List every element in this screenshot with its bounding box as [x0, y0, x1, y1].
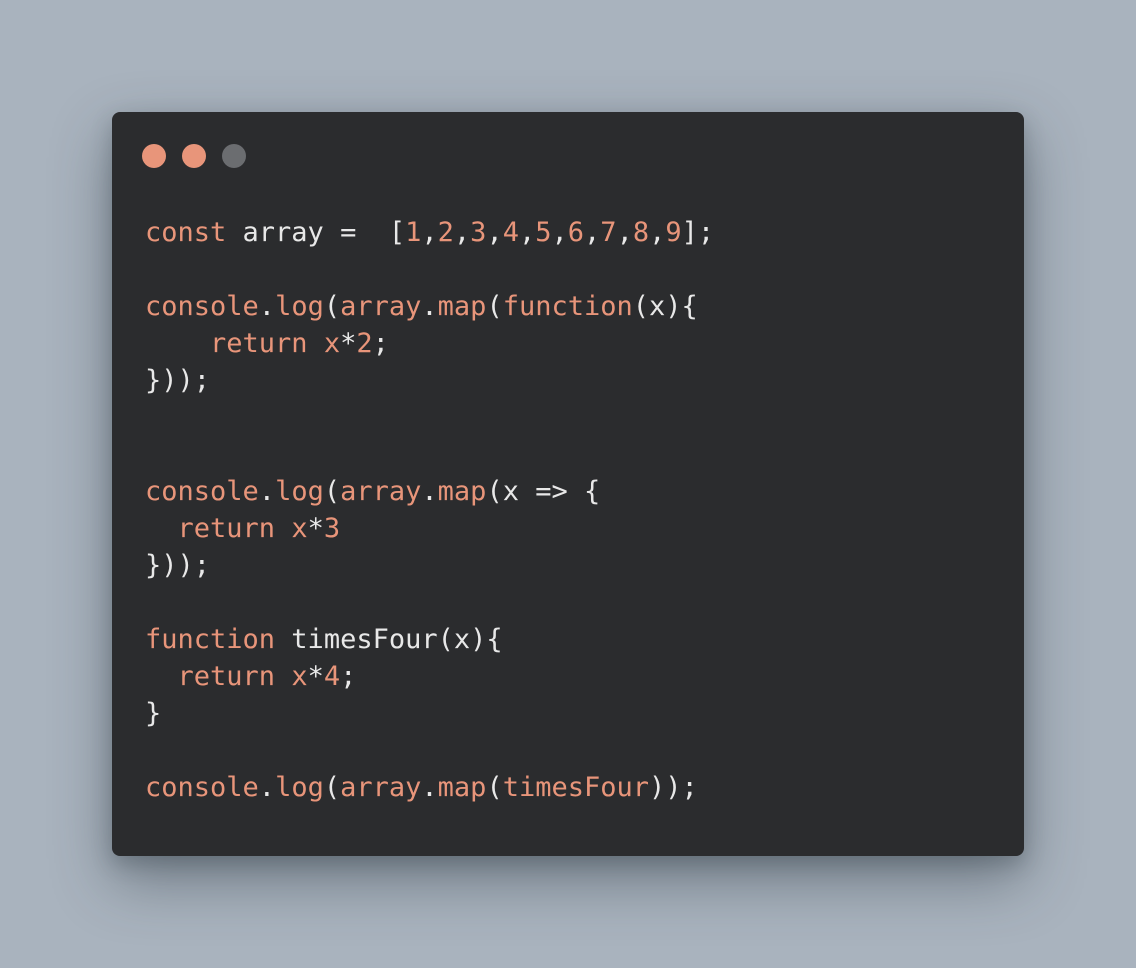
- code-token: .: [258, 476, 276, 507]
- code-token: ;: [340, 661, 357, 692]
- code-token: return: [145, 513, 276, 544]
- code-token: }: [145, 698, 162, 729]
- code-line: return x*4;: [145, 658, 714, 695]
- code-token: x: [323, 328, 341, 359]
- code-token: 2: [437, 217, 454, 248]
- code-token: 8: [632, 217, 650, 248]
- code-token: }));: [145, 550, 211, 581]
- code-line: function timesFour(x){: [145, 621, 714, 658]
- code-token: timesFour: [275, 624, 438, 655]
- code-token: ];: [681, 217, 715, 248]
- code-line: console.log(array.map(function(x){: [145, 288, 714, 325]
- code-token: (: [323, 476, 341, 507]
- code-token: console: [145, 476, 259, 507]
- code-line: return x*3: [145, 510, 714, 547]
- code-token: }));: [145, 365, 211, 396]
- code-token: .: [421, 291, 438, 322]
- code-token: 5: [535, 217, 552, 248]
- code-token: console: [145, 772, 259, 803]
- code-token: (x => {: [486, 476, 601, 507]
- code-token: (: [486, 291, 503, 322]
- code-token: 4: [502, 217, 519, 248]
- code-token: map: [437, 476, 487, 507]
- code-token: return: [145, 661, 276, 692]
- code-token: console: [145, 291, 259, 322]
- code-token: 6: [567, 217, 585, 248]
- maximize-dot-icon[interactable]: [222, 144, 246, 168]
- code-token: ,: [649, 217, 666, 248]
- code-window: const array = [1,2,3,4,5,6,7,8,9]; consol…: [112, 112, 1024, 856]
- code-token: (x){: [632, 291, 698, 322]
- code-token: function: [145, 624, 276, 655]
- close-dot-icon[interactable]: [142, 144, 166, 168]
- code-token: (x){: [437, 624, 503, 655]
- code-token: *: [307, 513, 324, 544]
- code-line: console.log(array.map(timesFour));: [145, 769, 714, 806]
- code-token: array =: [226, 217, 389, 248]
- code-token: x: [291, 661, 308, 692]
- code-token: log: [275, 291, 324, 322]
- code-token: .: [258, 772, 276, 803]
- code-token: (: [323, 772, 341, 803]
- code-token: .: [258, 291, 276, 322]
- code-token: ,: [551, 217, 568, 248]
- code-token: array: [340, 291, 422, 322]
- code-token: array: [340, 772, 422, 803]
- code-line: const array = [1,2,3,4,5,6,7,8,9];: [145, 214, 714, 251]
- code-token: const: [145, 217, 227, 248]
- code-token: ,: [616, 217, 633, 248]
- code-token: log: [275, 476, 324, 507]
- code-token: array: [340, 476, 422, 507]
- code-token: 2: [356, 328, 373, 359]
- code-token: ,: [518, 217, 536, 248]
- code-token: ,: [486, 217, 503, 248]
- code-token: (: [323, 291, 341, 322]
- code-token: ,: [584, 217, 601, 248]
- code-token: ,: [421, 217, 438, 248]
- code-token: *: [307, 661, 324, 692]
- window-controls: [142, 144, 246, 168]
- code-token: 3: [470, 217, 487, 248]
- code-token: 9: [665, 217, 682, 248]
- code-token: function: [502, 291, 633, 322]
- code-token: .: [421, 772, 438, 803]
- code-token: timesFour: [502, 772, 650, 803]
- code-token: map: [437, 772, 487, 803]
- code-token: (: [486, 772, 503, 803]
- code-line: }: [145, 695, 714, 732]
- code-token: return: [145, 328, 308, 359]
- code-line: }));: [145, 547, 714, 584]
- code-token: 7: [600, 217, 617, 248]
- code-token: .: [421, 476, 438, 507]
- code-token: map: [437, 291, 487, 322]
- minimize-dot-icon[interactable]: [182, 144, 206, 168]
- code-line: }));: [145, 362, 714, 399]
- code-token: log: [275, 772, 324, 803]
- code-token: x: [291, 513, 308, 544]
- code-line: return x*2;: [145, 325, 714, 362]
- code-token: 3: [323, 513, 341, 544]
- code-token: ));: [649, 772, 698, 803]
- code-token: 1: [405, 217, 422, 248]
- code-token: 4: [323, 661, 341, 692]
- code-token: *: [340, 328, 357, 359]
- code-token: ,: [453, 217, 471, 248]
- code-block: const array = [1,2,3,4,5,6,7,8,9]; consol…: [145, 214, 714, 806]
- code-token: ;: [372, 328, 389, 359]
- code-token: [: [388, 217, 406, 248]
- code-line: console.log(array.map(x => {: [145, 473, 714, 510]
